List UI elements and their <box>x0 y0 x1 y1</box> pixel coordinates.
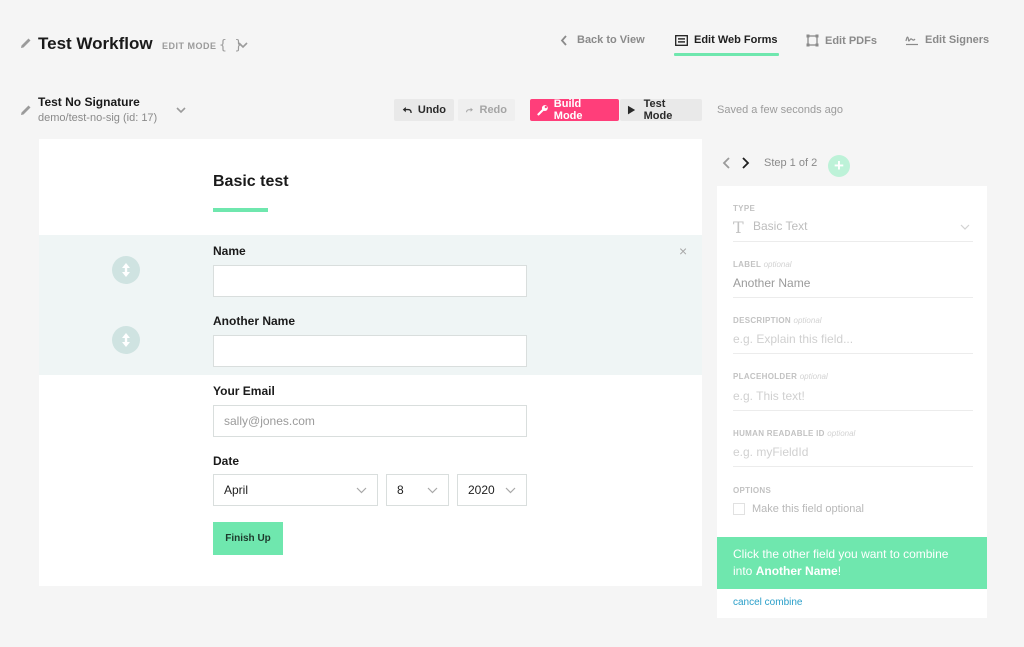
close-icon[interactable]: × <box>679 243 687 259</box>
step-label: Step 1 of 2 <box>764 157 818 169</box>
divider <box>733 466 973 467</box>
hrid-label: HUMAN READABLE ID optional <box>733 429 855 438</box>
optional-hint: optional <box>799 372 828 381</box>
build-mode-button[interactable]: Build Mode <box>530 98 619 122</box>
field-label: Your Email <box>213 384 275 398</box>
field-label: Another Name <box>213 314 296 328</box>
step-navigator: Step 1 of 2 <box>722 157 817 169</box>
chevron-left-icon <box>560 34 567 46</box>
another-name-input[interactable] <box>213 335 527 367</box>
optional-hint: optional <box>827 429 856 438</box>
chevron-down-icon[interactable] <box>238 41 248 49</box>
month-select[interactable]: April <box>213 474 378 506</box>
form-name: Test No Signature <box>38 95 140 109</box>
chevron-down-icon <box>505 487 516 493</box>
play-icon <box>627 105 636 115</box>
nav-signers-label: Edit Signers <box>925 34 990 46</box>
pencil-icon[interactable] <box>20 104 32 116</box>
divider <box>733 297 973 298</box>
combine-banner: Click the other field you want to combin… <box>717 537 987 589</box>
nav-back-label: Back to View <box>577 34 645 46</box>
type-value[interactable]: Basic Text <box>753 219 807 233</box>
nav-edit-pdfs[interactable]: Edit PDFs <box>806 34 877 47</box>
nav-pdfs-label: Edit PDFs <box>825 34 877 47</box>
label-input[interactable]: Another Name <box>733 276 810 290</box>
placeholder-input[interactable]: e.g. This text! <box>733 389 805 403</box>
nav-back-to-view[interactable]: Back to View <box>560 34 645 46</box>
build-mode-label: Build Mode <box>553 98 583 122</box>
optional-hint: optional <box>793 316 822 325</box>
description-input[interactable]: e.g. Explain this field... <box>733 332 853 346</box>
divider <box>733 410 973 411</box>
field-label: Date <box>213 454 240 468</box>
combine-target: Another Name <box>755 564 838 579</box>
redo-button[interactable]: Redo <box>458 99 515 121</box>
optional-checkbox[interactable] <box>733 503 745 515</box>
undo-label: Undo <box>417 104 446 116</box>
chevron-right-icon[interactable] <box>741 157 750 169</box>
text-type-icon: T <box>733 218 744 237</box>
label-label: LABEL optional <box>733 260 792 269</box>
hrid-input[interactable]: e.g. myFieldId <box>733 445 808 459</box>
nav-active-underline <box>674 53 779 56</box>
label-label-text: LABEL <box>733 260 762 269</box>
cancel-combine-link[interactable]: cancel combine <box>733 597 802 608</box>
workflow-title: Test Workflow <box>38 34 153 53</box>
drag-handle-icon[interactable] <box>112 326 140 354</box>
nav-web-forms-label: Edit Web Forms <box>694 34 778 46</box>
options-label: OPTIONS <box>733 486 772 495</box>
year-value: 2020 <box>468 483 495 497</box>
divider <box>733 353 973 354</box>
month-value: April <box>224 483 249 497</box>
redo-label: Redo <box>479 104 508 116</box>
field-label: Name <box>213 244 246 258</box>
pencil-icon[interactable] <box>20 37 32 49</box>
test-mode-button[interactable]: Test Mode <box>620 98 702 122</box>
chevron-down-icon <box>356 487 367 493</box>
form-title: Basic test <box>213 173 289 190</box>
type-label: TYPE <box>733 204 756 213</box>
drag-handle-icon[interactable] <box>112 256 140 284</box>
nav-edit-signers[interactable]: Edit Signers <box>905 34 989 46</box>
title-underline <box>213 208 268 212</box>
combine-suffix: ! <box>837 564 842 579</box>
add-step-icon[interactable]: + <box>828 155 850 177</box>
chevron-down-icon[interactable] <box>176 106 186 114</box>
redo-icon <box>466 107 473 113</box>
nav-edit-web-forms[interactable]: Edit Web Forms <box>675 34 778 46</box>
chevron-down-icon <box>427 487 438 493</box>
signature-icon <box>905 36 918 46</box>
optional-checkbox-label: Make this field optional <box>752 503 864 515</box>
placeholder-label-text: PLACEHOLDER <box>733 372 798 381</box>
form-path: demo/test-no-sig (id: 17) <box>38 112 158 124</box>
day-select[interactable]: 8 <box>386 474 449 506</box>
wrench-icon <box>537 105 548 116</box>
chevron-down-icon[interactable] <box>960 224 970 231</box>
finish-up-button[interactable]: Finish Up <box>213 522 283 555</box>
undo-button[interactable]: Undo <box>394 99 454 121</box>
saved-status: Saved a few seconds ago <box>717 104 843 116</box>
form-preview-card: Basic test × Name Another Name Your Emai… <box>39 139 702 586</box>
undo-icon <box>402 106 412 114</box>
day-value: 8 <box>397 483 404 497</box>
form-icon <box>675 34 688 46</box>
field-settings-panel: TYPE T Basic Text LABEL optional Another… <box>717 186 987 618</box>
chevron-left-icon[interactable] <box>722 157 731 169</box>
crop-frame-icon <box>806 34 819 47</box>
email-input[interactable]: sally@jones.com <box>213 405 527 437</box>
placeholder-label: PLACEHOLDER optional <box>733 372 828 381</box>
optional-hint: optional <box>763 260 792 269</box>
description-label-text: DESCRIPTION <box>733 316 791 325</box>
edit-mode-label: EDIT MODE <box>162 41 217 51</box>
name-input[interactable] <box>213 265 527 297</box>
divider <box>733 241 973 242</box>
test-mode-label: Test Mode <box>643 98 673 122</box>
year-select[interactable]: 2020 <box>457 474 527 506</box>
description-label: DESCRIPTION optional <box>733 316 822 325</box>
hrid-label-text: HUMAN READABLE ID <box>733 429 825 438</box>
